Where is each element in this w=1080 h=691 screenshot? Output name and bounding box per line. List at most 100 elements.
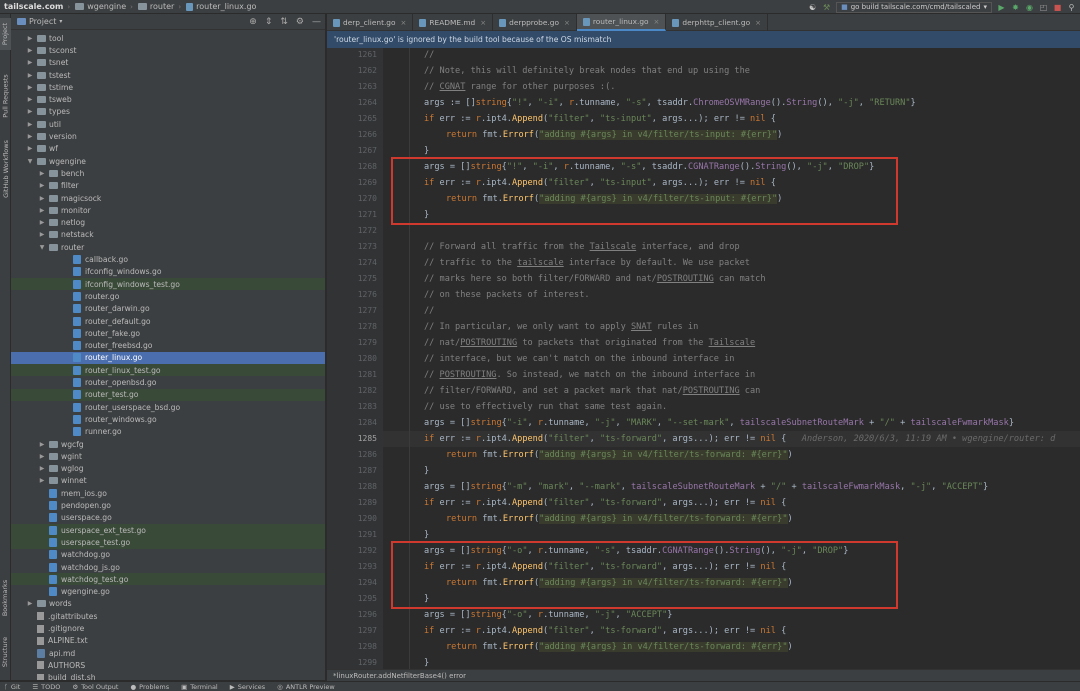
gear-icon[interactable]: ⚙ xyxy=(296,17,304,27)
project-title[interactable]: Project xyxy=(29,17,56,26)
chevron-right-icon[interactable]: ▶ xyxy=(37,441,47,448)
tree-item[interactable]: ▶ bench xyxy=(11,167,325,179)
tree-item[interactable]: ▶ tool xyxy=(11,32,325,44)
expand-all-icon[interactable]: ⇕ xyxy=(265,17,273,27)
tree-item[interactable]: api.md xyxy=(11,647,325,659)
close-icon[interactable]: × xyxy=(564,19,570,27)
tree-item[interactable]: ▶ wgcfg xyxy=(11,438,325,450)
tree-item[interactable]: watchdog.go xyxy=(11,549,325,561)
editor-tab[interactable]: derp_client.go × xyxy=(327,14,414,31)
tree-item[interactable]: ▶ netlog xyxy=(11,217,325,229)
tree-item[interactable]: ifconfig_windows.go xyxy=(11,266,325,278)
chevron-right-icon[interactable]: ▶ xyxy=(37,231,47,238)
tab-project[interactable]: Project xyxy=(0,18,11,50)
tree-item[interactable]: wgengine.go xyxy=(11,586,325,598)
hide-icon[interactable]: — xyxy=(312,17,321,27)
tree-item[interactable]: ▶ tsweb xyxy=(11,94,325,106)
tree-item[interactable]: router.go xyxy=(11,290,325,302)
bottom-tool-antlr-preview[interactable]: ◎ ANTLR Preview xyxy=(277,683,334,691)
tree-item[interactable]: runner.go xyxy=(11,426,325,438)
user-icon[interactable]: ☯ xyxy=(808,3,817,12)
tree-item[interactable]: router_windows.go xyxy=(11,413,325,425)
tree-item[interactable]: userspace.go xyxy=(11,512,325,524)
tree-item[interactable]: build_dist.sh xyxy=(11,672,325,680)
chevron-right-icon[interactable]: ▶ xyxy=(37,465,47,472)
crumb-router[interactable]: router xyxy=(137,2,174,11)
chevron-right-icon[interactable]: ▶ xyxy=(25,108,35,115)
tree-item[interactable]: ▶ tstest xyxy=(11,69,325,81)
code-breadcrumb[interactable]: *linuxRouter.addNetfilterBase4() error xyxy=(327,669,1080,681)
bottom-tool-terminal[interactable]: ▣ Terminal xyxy=(181,683,218,691)
tree-item[interactable]: ▶ filter xyxy=(11,180,325,192)
tree-item[interactable]: ▼ router xyxy=(11,241,325,253)
profile-icon[interactable]: ◰ xyxy=(1039,3,1048,12)
tree-item[interactable]: ▶ winnet xyxy=(11,475,325,487)
chevron-right-icon[interactable]: ▶ xyxy=(25,121,35,128)
tree-item[interactable]: ▶ tsconst xyxy=(11,44,325,56)
tree-item[interactable]: router_userspace_bsd.go xyxy=(11,401,325,413)
coverage-icon[interactable]: ◉ xyxy=(1025,3,1034,12)
tree-item[interactable]: ▶ wf xyxy=(11,143,325,155)
tree-item[interactable]: ▶ monitor xyxy=(11,204,325,216)
search-icon[interactable]: ⚲ xyxy=(1067,3,1076,12)
tree-item[interactable]: watchdog_js.go xyxy=(11,561,325,573)
bottom-tool-problems[interactable]: ● Problems xyxy=(130,683,169,691)
tree-item[interactable]: mem_ios.go xyxy=(11,487,325,499)
tree-item[interactable]: ▶ types xyxy=(11,106,325,118)
tree-item[interactable]: router_linux_test.go xyxy=(11,364,325,377)
collapse-all-icon[interactable]: ⇅ xyxy=(280,17,288,27)
chevron-right-icon[interactable]: ▶ xyxy=(25,96,35,103)
bottom-tool-todo[interactable]: ☰ TODO xyxy=(32,683,60,691)
tree-item[interactable]: ▼ wgengine xyxy=(11,155,325,167)
run-icon[interactable]: ▶ xyxy=(997,3,1006,12)
chevron-right-icon[interactable]: ▶ xyxy=(25,47,35,54)
bottom-tool-services[interactable]: ▶ Services xyxy=(230,683,265,691)
close-icon[interactable]: × xyxy=(401,19,407,27)
chevron-right-icon[interactable]: ▶ xyxy=(37,207,47,214)
code-editor[interactable]: 1261 1262 1263 1264 1265 1266 1267 1268 1269 1270… xyxy=(327,48,1080,669)
bottom-tool-git[interactable]: ᚴ Git xyxy=(4,683,20,691)
editor-tab[interactable]: derphttp_client.go × xyxy=(666,14,768,31)
chevron-right-icon[interactable]: ▶ xyxy=(25,84,35,91)
tree-item[interactable]: ALPINE.txt xyxy=(11,635,325,647)
tree-item[interactable]: AUTHORS xyxy=(11,659,325,671)
editor-tab[interactable]: README.md × xyxy=(413,14,494,31)
chevron-down-icon[interactable]: ▾ xyxy=(59,18,62,25)
tree-item[interactable]: ▶ words xyxy=(11,598,325,610)
chevron-right-icon[interactable]: ▶ xyxy=(25,72,35,79)
editor-tab[interactable]: derpprobe.go × xyxy=(493,14,577,31)
tree-item[interactable]: router_darwin.go xyxy=(11,303,325,315)
chevron-down-icon[interactable]: ▼ xyxy=(25,158,35,165)
chevron-right-icon[interactable]: ▶ xyxy=(25,145,35,152)
chevron-right-icon[interactable]: ▶ xyxy=(37,195,47,202)
tree-item[interactable]: ▶ netstack xyxy=(11,229,325,241)
tree-item[interactable]: router_default.go xyxy=(11,315,325,327)
tree-item[interactable]: router_linux.go xyxy=(11,351,325,365)
tree-item[interactable]: callback.go xyxy=(11,253,325,265)
chevron-right-icon[interactable]: ▶ xyxy=(37,170,47,177)
tree-item[interactable]: ifconfig_windows_test.go xyxy=(11,278,325,291)
locate-icon[interactable]: ⊕ xyxy=(249,17,257,27)
tree-item[interactable]: ▶ wgint xyxy=(11,450,325,462)
debug-icon[interactable]: ✸ xyxy=(1011,3,1020,12)
tree-item[interactable]: ▶ version xyxy=(11,130,325,142)
bottom-tool-tool-output[interactable]: ⚙ Tool Output xyxy=(72,683,118,691)
tab-structure[interactable]: Structure xyxy=(0,632,11,672)
chevron-right-icon[interactable]: ▶ xyxy=(25,600,35,607)
editor-tab[interactable]: router_linux.go × xyxy=(576,14,667,31)
chevron-right-icon[interactable]: ▶ xyxy=(25,59,35,66)
tree-item[interactable]: watchdog_test.go xyxy=(11,573,325,586)
close-icon[interactable]: × xyxy=(480,19,486,27)
chevron-right-icon[interactable]: ▶ xyxy=(37,182,47,189)
crumb-file[interactable]: router_linux.go xyxy=(186,2,256,11)
tree-item[interactable]: router_fake.go xyxy=(11,327,325,339)
stop-icon[interactable]: ■ xyxy=(1053,3,1062,12)
run-config-select[interactable]: ■ go build tailscale.com/cmd/tailscaled ▾ xyxy=(836,1,992,13)
tree-item[interactable]: ▶ tsnet xyxy=(11,57,325,69)
chevron-right-icon[interactable]: ▶ xyxy=(37,477,47,484)
tab-github-workflows[interactable]: GitHub Workflows xyxy=(0,134,11,204)
chevron-right-icon[interactable]: ▶ xyxy=(25,133,35,140)
tree-item[interactable]: userspace_ext_test.go xyxy=(11,524,325,537)
tree-item[interactable]: .gitattributes xyxy=(11,610,325,622)
tab-bookmarks[interactable]: Bookmarks xyxy=(0,576,11,620)
